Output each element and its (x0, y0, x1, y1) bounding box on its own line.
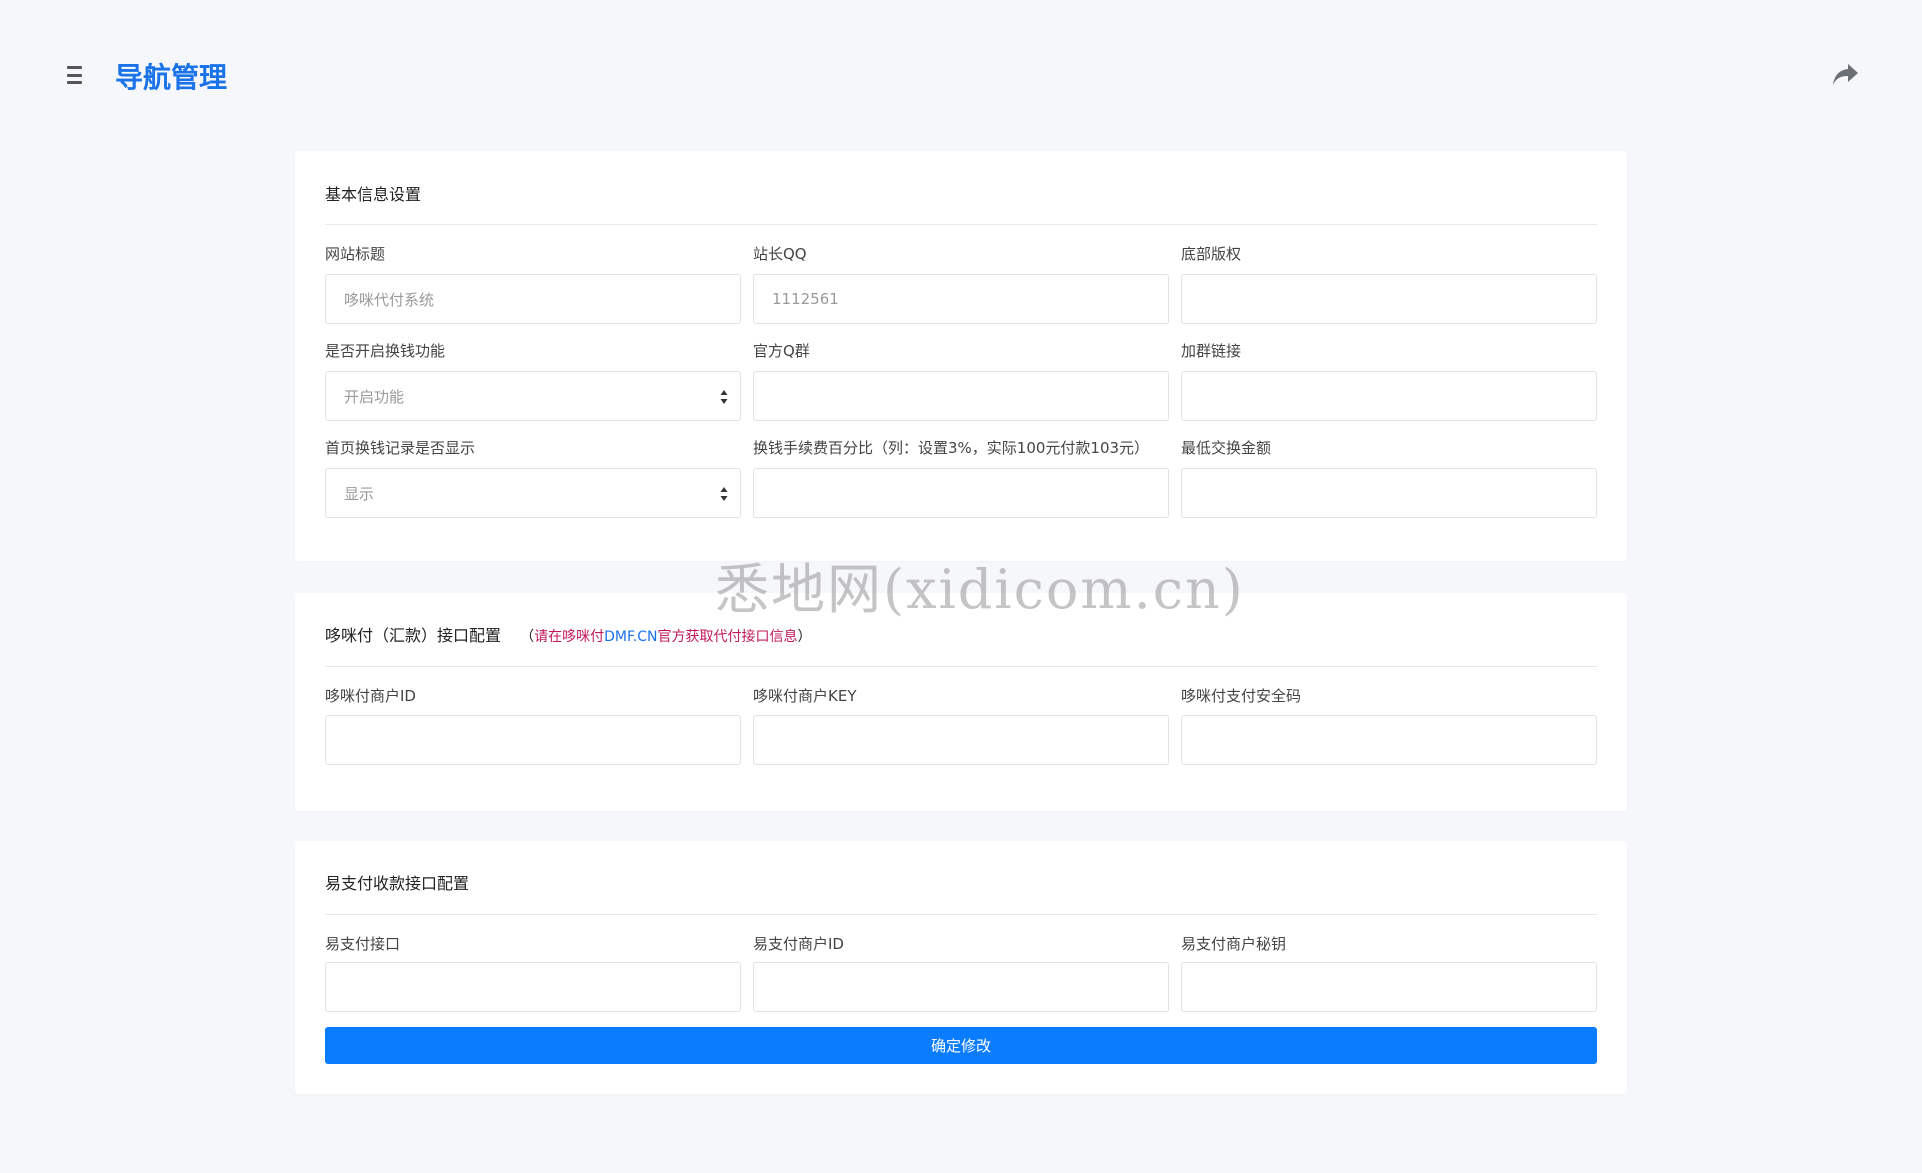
top-bar: 导航管理 (0, 0, 1922, 150)
epay-api-input[interactable] (325, 962, 741, 1012)
hint-paren-open: （ (520, 629, 535, 645)
copyright-label: 底部版权 (1181, 245, 1242, 263)
hint-text-1: 请在哆咪付 (534, 629, 605, 645)
divider (325, 224, 1597, 225)
epay-secret-label: 易支付商户秘钥 (1181, 935, 1287, 953)
divider (325, 666, 1597, 667)
submit-button[interactable]: 确定修改 (325, 1027, 1597, 1064)
record-select[interactable]: 显示 (325, 468, 741, 518)
fee-label: 换钱手续费百分比（列：设置3%，实际100元付款103元） (753, 439, 1150, 457)
epay-merchant-id-label: 易支付商户ID (753, 935, 844, 953)
qgroup-input[interactable] (753, 371, 1169, 421)
hamburger-icon[interactable] (67, 66, 87, 84)
epay-merchant-id-input[interactable] (753, 962, 1169, 1012)
grouplink-label: 加群链接 (1181, 342, 1242, 360)
exchange-select[interactable]: 开启功能 (325, 371, 741, 421)
qq-label: 站长QQ (753, 245, 807, 263)
dmf-merchant-key-label: 哆咪付商户KEY (753, 687, 857, 705)
divider (325, 914, 1597, 915)
fee-input[interactable] (753, 468, 1169, 518)
epay-api-label: 易支付接口 (325, 935, 401, 953)
watermark: 悉地网(xidicom.cn) (715, 558, 1245, 621)
site-title-input[interactable]: 哆咪代付系统 (325, 274, 741, 324)
dmf-merchant-id-label: 哆咪付商户ID (325, 687, 416, 705)
basic-settings-title: 基本信息设置 (325, 185, 422, 204)
site-title-placeholder: 哆咪代付系统 (344, 290, 435, 309)
epay-secret-input[interactable] (1181, 962, 1597, 1012)
select-arrows-icon (720, 487, 728, 501)
copyright-input[interactable] (1181, 274, 1597, 324)
dmf-merchant-id-input[interactable] (325, 715, 741, 765)
grouplink-input[interactable] (1181, 371, 1597, 421)
site-title-label: 网站标题 (325, 245, 386, 263)
record-label: 首页换钱记录是否显示 (325, 439, 476, 457)
min-amount-input[interactable] (1181, 468, 1597, 518)
dmf-settings-card: 哆咪付（汇款）接口配置 （请在哆咪付DMF.CN官方获取代付接口信息） 哆咪付商… (295, 593, 1627, 811)
select-arrows-icon (720, 390, 728, 404)
dmf-merchant-key-input[interactable] (753, 715, 1169, 765)
qq-input[interactable]: 1112561 (753, 274, 1169, 324)
dmf-security-input[interactable] (1181, 715, 1597, 765)
dmf-title-text: 哆咪付（汇款）接口配置 (325, 626, 502, 645)
exchange-label: 是否开启换钱功能 (325, 342, 446, 360)
hint-link[interactable]: DMF.CN (604, 629, 657, 645)
qq-placeholder: 1112561 (772, 290, 839, 308)
dmf-hint: （请在哆咪付DMF.CN官方获取代付接口信息） (520, 629, 811, 645)
record-select-value: 显示 (344, 484, 375, 503)
min-amount-label: 最低交换金额 (1181, 439, 1272, 457)
qgroup-label: 官方Q群 (753, 342, 810, 360)
basic-settings-card: 基本信息设置 网站标题 哆咪代付系统 站长QQ 1112561 底部版权 是否开… (295, 151, 1627, 561)
dmf-security-label: 哆咪付支付安全码 (1181, 687, 1302, 705)
dmf-settings-title: 哆咪付（汇款）接口配置 （请在哆咪付DMF.CN官方获取代付接口信息） (325, 622, 811, 646)
share-icon[interactable] (1830, 62, 1860, 88)
page-title: 导航管理 (115, 61, 228, 94)
hint-text-2: 官方获取代付接口信息 (657, 629, 798, 645)
hint-paren-close: ） (797, 629, 812, 645)
epay-settings-card: 易支付收款接口配置 易支付接口 易支付商户ID 易支付商户秘钥 确定修改 (295, 841, 1627, 1094)
epay-settings-title: 易支付收款接口配置 (325, 874, 470, 893)
exchange-select-value: 开启功能 (344, 387, 405, 406)
